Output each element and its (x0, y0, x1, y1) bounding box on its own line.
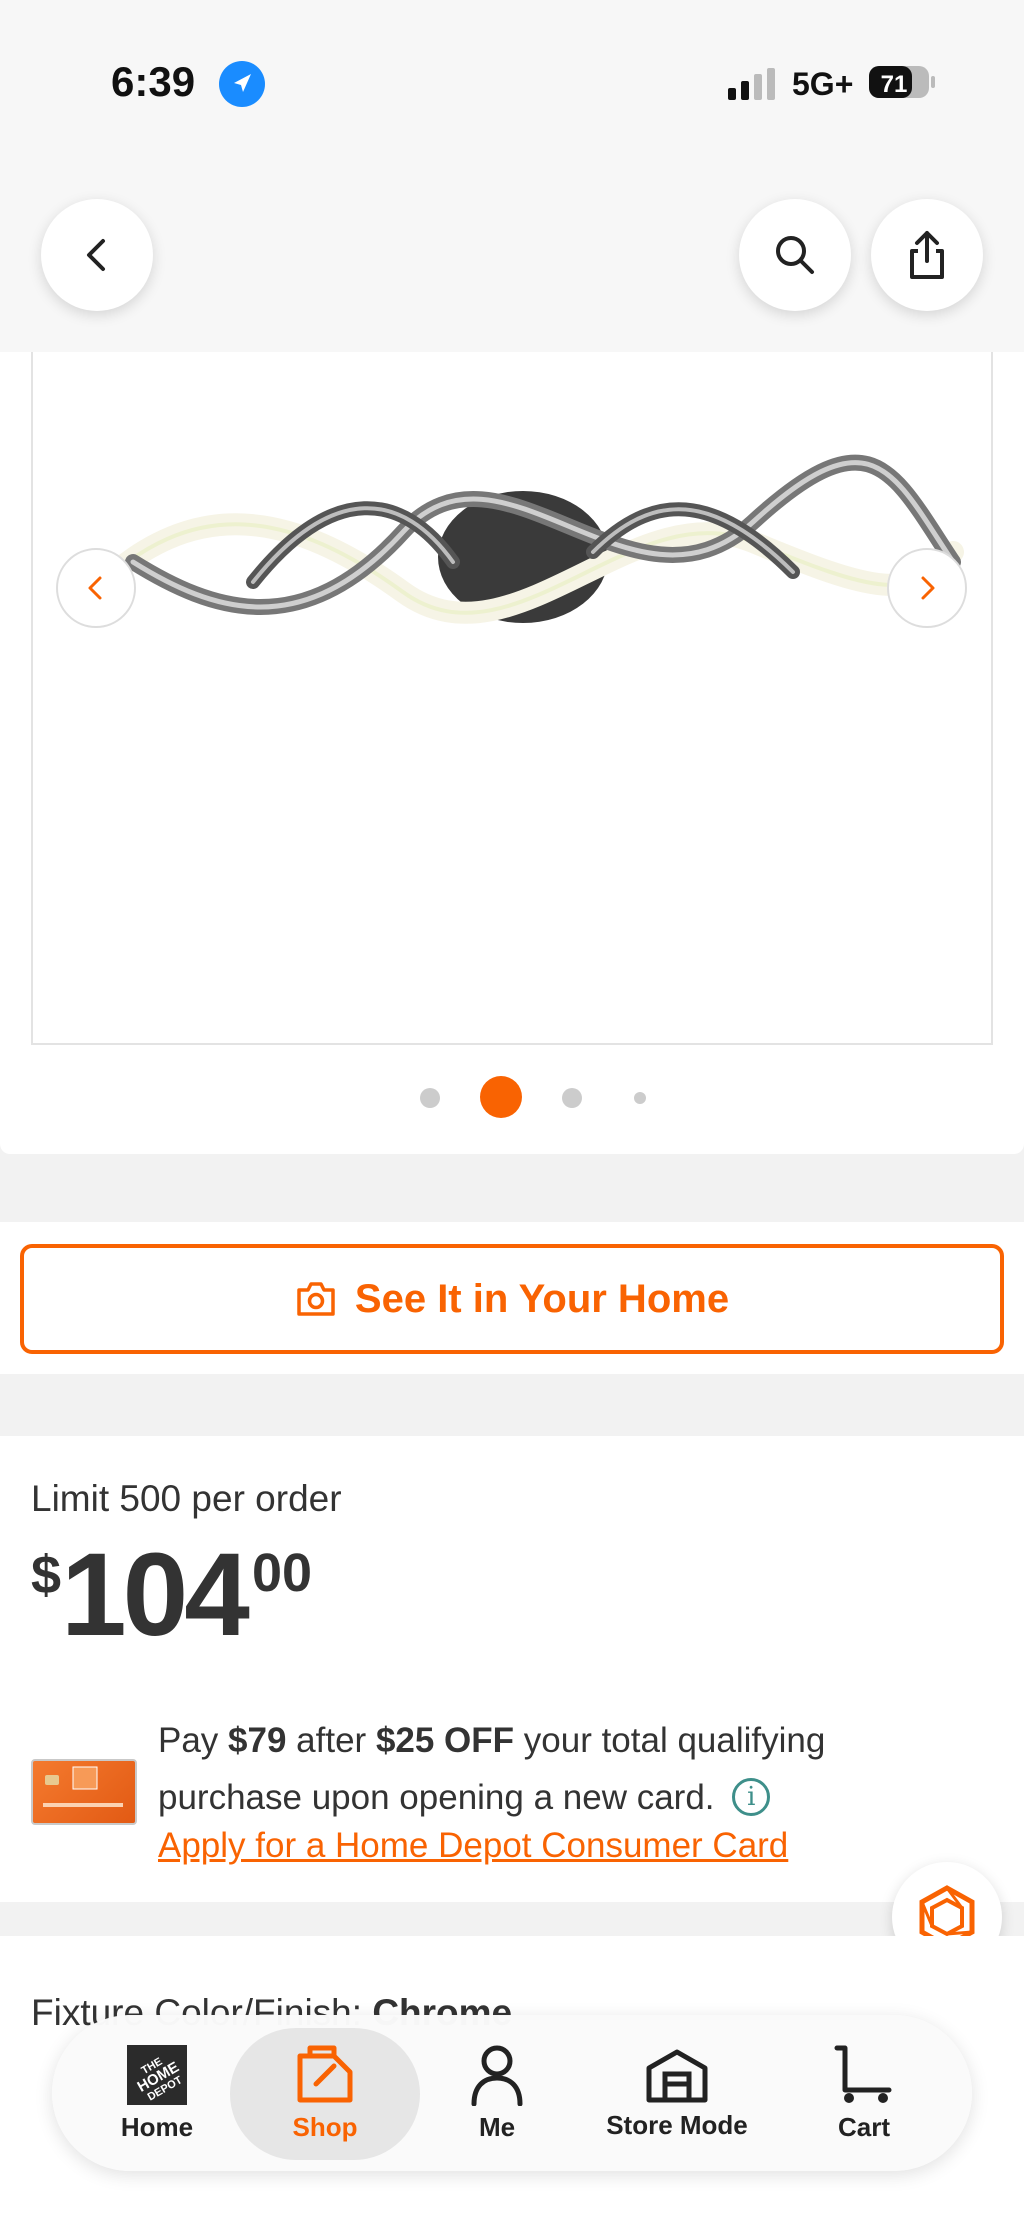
battery-icon: 71 (869, 66, 935, 98)
tab-cart-label: Cart (837, 2111, 890, 2142)
promo-discount: $25 OFF (375, 1721, 515, 1760)
status-time: 6:39 (111, 58, 196, 105)
gallery-prev-button[interactable] (56, 548, 136, 628)
battery-level: 71 (881, 71, 908, 98)
order-limit: Limit 500 per order (31, 1478, 342, 1519)
credit-card-icon (31, 1759, 137, 1825)
gallery-dot[interactable] (420, 1088, 440, 1108)
gallery-dots[interactable] (0, 1076, 1024, 1120)
product-gallery (0, 352, 1024, 1154)
cart-icon (834, 2045, 892, 2103)
search-icon (776, 236, 814, 274)
tab-me[interactable]: Me (452, 2015, 542, 2171)
tab-me-label: Me (478, 2111, 516, 2142)
promo-after: after (286, 1721, 376, 1760)
gallery-dot[interactable] (634, 1092, 646, 1104)
store-icon (646, 2049, 708, 2102)
search-button[interactable] (739, 199, 851, 311)
tab-home-label: Home (120, 2111, 194, 2142)
promo-pay-amount: $79 (228, 1721, 287, 1760)
promo-pay: Pay (158, 1721, 229, 1760)
signal-icon (728, 68, 775, 100)
network-type: 5G+ (792, 66, 854, 102)
shop-bag-icon (297, 2045, 353, 2102)
back-button[interactable] (41, 199, 153, 311)
price-dollars: 104 (61, 1529, 250, 1661)
tab-cart[interactable]: Cart (814, 2015, 914, 2171)
tab-home[interactable]: THE HOME DEPOT Home (92, 2015, 222, 2171)
info-icon[interactable]: i (732, 1778, 771, 1816)
bottom-nav: THE HOME DEPOT Home Shop Me Store Mode Car… (52, 2015, 972, 2171)
gallery-dot-active[interactable] (480, 1076, 522, 1118)
status-bar: 6:39 5G+ 71 (0, 0, 1024, 165)
home-depot-logo-icon: THEHOMEDEPOT (127, 2044, 187, 2105)
camera-icon (297, 1282, 335, 1316)
chevron-left-icon (87, 239, 105, 271)
tab-shop-label: Shop (292, 2111, 358, 2142)
see-it-in-your-home-label: See It in Your Home (354, 1276, 730, 1321)
share-button[interactable] (871, 199, 983, 311)
price-cents: 00 (251, 1543, 313, 1603)
chevron-right-icon (921, 576, 935, 600)
product-image (82, 454, 964, 624)
see-it-in-your-home-button[interactable]: See It in Your Home (20, 1244, 1004, 1354)
price: $ 104 00 (31, 1536, 312, 1654)
apply-card-link[interactable]: Apply for a Home Depot Consumer Card (158, 1826, 788, 1866)
tab-store-mode[interactable]: Store Mode (592, 2015, 762, 2171)
gallery-next-button[interactable] (887, 548, 967, 628)
person-icon (471, 2045, 523, 2106)
chevron-left-icon (88, 576, 102, 600)
price-currency: $ (31, 1545, 62, 1605)
tab-shop[interactable]: Shop (230, 2015, 420, 2171)
product-image-frame[interactable] (31, 352, 993, 1045)
promo-text: Pay $79 after $25 OFF your total qualify… (158, 1712, 958, 1826)
tab-store-mode-label: Store Mode (606, 2109, 748, 2140)
gallery-dot[interactable] (562, 1088, 582, 1108)
share-icon (910, 231, 944, 279)
location-arrow-icon (219, 61, 265, 107)
